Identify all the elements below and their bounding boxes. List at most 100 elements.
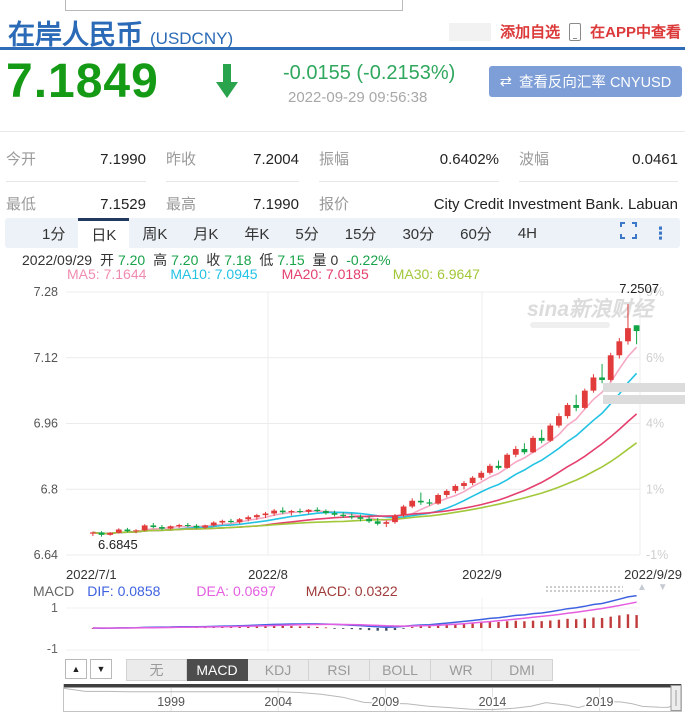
- macd-hist-bar: [282, 626, 284, 628]
- candle-body: [504, 455, 510, 468]
- more-options-icon[interactable]: ⋮: [652, 225, 669, 242]
- chart-toolbar-icons: ⋮: [620, 222, 669, 244]
- macd-hist-bar: [428, 626, 430, 628]
- tab-weekly[interactable]: 周K: [129, 218, 180, 248]
- candle-body: [133, 530, 139, 531]
- axis-label: 1: [51, 601, 58, 615]
- panel-drag-handle[interactable]: [545, 585, 623, 594]
- indicator-cycle-buttons: ▲ ▼: [65, 659, 112, 679]
- indicator-tab-kdj[interactable]: KDJ: [248, 659, 309, 681]
- price-down-arrow-icon: [215, 64, 239, 104]
- navigator-box: [64, 685, 682, 712]
- candle-body: [461, 483, 467, 486]
- tab-monthly[interactable]: 月K: [180, 218, 231, 248]
- macd-hist-bar: [359, 628, 361, 630]
- candle-body: [530, 438, 536, 452]
- axis-label: -1: [47, 642, 58, 656]
- axis-label: 9%: [646, 285, 664, 299]
- macd-hist-bar: [256, 626, 258, 628]
- candle-body: [271, 511, 277, 514]
- tab-5min[interactable]: 5分: [282, 218, 331, 248]
- candle-body: [332, 513, 338, 515]
- candle-body: [625, 328, 631, 341]
- macd-hist-bar: [290, 626, 292, 628]
- indicator-tab-wr[interactable]: WR: [431, 659, 492, 681]
- candle-body: [401, 507, 407, 516]
- indicator-tab-rsi[interactable]: RSI: [309, 659, 370, 681]
- candle-body: [608, 355, 614, 380]
- swap-icon: ⇄: [500, 74, 512, 90]
- candle-body: [219, 521, 225, 523]
- candle-body: [478, 473, 484, 478]
- candle-body: [616, 341, 622, 355]
- macd-hist-bar: [213, 627, 215, 628]
- star-icon[interactable]: [449, 23, 491, 41]
- macd-hist-bar: [627, 614, 629, 628]
- candle-body: [427, 502, 433, 503]
- indicator-next-button[interactable]: ▼: [90, 659, 112, 679]
- macd-legend: MACD DIF: 0.0858 DEA: 0.0697 MACD: 0.032…: [33, 583, 398, 599]
- candle-body: [366, 519, 372, 521]
- tab-4h[interactable]: 4H: [505, 218, 550, 248]
- tab-daily[interactable]: 日K: [78, 218, 129, 248]
- indicator-tab-macd[interactable]: MACD: [187, 659, 248, 681]
- axis-label: 6.6845: [98, 537, 138, 552]
- dif-value: DIF: 0.0858: [87, 583, 160, 599]
- view-in-app-link[interactable]: 在APP中查看: [590, 21, 681, 42]
- quote-timestamp: 2022-09-29 09:56:38: [288, 89, 427, 106]
- macd-hist-bar: [532, 621, 534, 628]
- macd-hist-bar: [437, 625, 439, 628]
- phone-icon: [569, 23, 581, 41]
- macd-hist-bar: [333, 628, 335, 629]
- candle-body: [496, 466, 502, 468]
- panel-up-icon[interactable]: ▲: [637, 582, 647, 593]
- candle-body: [409, 501, 415, 507]
- candle-body: [539, 438, 545, 441]
- candle-body: [470, 478, 476, 483]
- ma30-legend: MA30: 6.9647: [393, 266, 480, 282]
- candle-body: [90, 532, 96, 533]
- indicator-tab-none[interactable]: 无: [126, 659, 187, 681]
- candle-body: [150, 525, 156, 527]
- macd-hist-bar: [204, 627, 206, 628]
- reverse-rate-button[interactable]: ⇄ 查看反向汇率 CNYUSD: [489, 66, 682, 97]
- candle-body: [228, 521, 234, 522]
- add-watchlist-button[interactable]: 添加自选: [500, 21, 560, 42]
- candle-body: [358, 517, 364, 519]
- ma-legend: MA5: 7.1644 MA10: 7.0945 MA20: 7.0185 MA…: [67, 266, 480, 282]
- watermark-subline: [530, 322, 610, 328]
- macd-hist-bar: [100, 628, 102, 629]
- usdcny-quote-page: 在岸人民币 (USDCNY) 添加自选 在APP中查看 7.1849 -0.01…: [0, 0, 685, 725]
- axis-label: 1%: [646, 482, 664, 496]
- tab-yearly[interactable]: 年K: [231, 218, 282, 248]
- tab-60min[interactable]: 60分: [447, 218, 505, 248]
- candle-body: [176, 525, 182, 526]
- quote-stats-grid: 今开 7.1990 昨收 7.2004 振幅 0.6402% 波幅 0.0461…: [6, 137, 678, 227]
- fullscreen-icon[interactable]: [620, 222, 637, 244]
- indicator-prev-button[interactable]: ▲: [65, 659, 87, 679]
- candle-body: [185, 525, 191, 526]
- axis-label: 2014: [479, 695, 507, 709]
- search-box-partial[interactable]: [65, 0, 403, 11]
- macd-hist-bar: [463, 623, 465, 628]
- tab-1min[interactable]: 1分: [29, 218, 78, 248]
- tab-30min[interactable]: 30分: [389, 218, 447, 248]
- panel-down-icon[interactable]: ▼: [658, 582, 668, 593]
- ma5-line: [93, 347, 637, 533]
- candle-body: [435, 495, 441, 504]
- tab-15min[interactable]: 15分: [332, 218, 390, 248]
- navigator-handle[interactable]: [671, 686, 681, 711]
- candle-body: [237, 519, 243, 522]
- panel-resize-arrows: ▲ ▼: [629, 582, 668, 593]
- indicator-tab-boll[interactable]: BOLL: [370, 659, 431, 681]
- macd-hist-bar: [92, 628, 94, 629]
- candle-body: [444, 491, 450, 495]
- candle-body: [194, 526, 200, 528]
- candle-body: [263, 513, 269, 515]
- macd-hist-bar: [221, 627, 223, 628]
- macd-hist-bar: [325, 627, 327, 628]
- candle-body: [107, 533, 113, 535]
- macd-title: MACD: [33, 583, 74, 599]
- indicator-tab-dmi[interactable]: DMI: [492, 659, 553, 681]
- price-change: -0.0155 (-0.2153%): [283, 62, 455, 85]
